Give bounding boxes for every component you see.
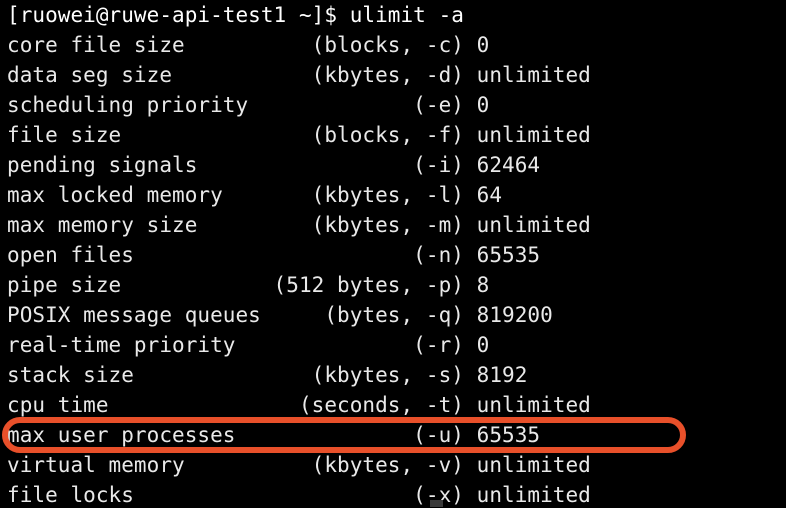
terminal-line-scheduling-priority: scheduling priority (-e) 0	[7, 93, 490, 117]
terminal-line-pipe-size: pipe size (512 bytes, -p) 8	[7, 273, 490, 297]
terminal-line-stack-size: stack size (kbytes, -s) 8192	[7, 363, 528, 387]
terminal-cursor	[430, 500, 443, 507]
terminal-line-data-seg-size: data seg size (kbytes, -d) unlimited	[7, 63, 591, 87]
terminal-line-cpu-time: cpu time (seconds, -t) unlimited	[7, 393, 591, 417]
terminal-line-file-size: file size (blocks, -f) unlimited	[7, 123, 591, 147]
terminal-line-file-locks: file locks (-x) unlimited	[7, 483, 591, 507]
terminal-line-open-files: open files (-n) 65535	[7, 243, 541, 267]
terminal-line-max-locked-memory: max locked memory (kbytes, -l) 64	[7, 183, 503, 207]
terminal-line-max-user-processes: max user processes (-u) 65535	[7, 423, 541, 447]
terminal-line-pending-signals: pending signals (-i) 62464	[7, 153, 541, 177]
terminal-line-prompt: [ruowei@ruwe-api-test1 ~]$ ulimit -a	[7, 3, 464, 27]
terminal-line-max-memory-size: max memory size (kbytes, -m) unlimited	[7, 213, 591, 237]
terminal-line-virtual-memory: virtual memory (kbytes, -v) unlimited	[7, 453, 591, 477]
terminal-line-posix-message-queues: POSIX message queues (bytes, -q) 819200	[7, 303, 553, 327]
terminal-window[interactable]: [ruowei@ruwe-api-test1 ~]$ ulimit -a cor…	[0, 0, 786, 508]
terminal-line-core-file-size: core file size (blocks, -c) 0	[7, 33, 490, 57]
terminal-line-real-time-priority: real-time priority (-r) 0	[7, 333, 490, 357]
terminal-output: [ruowei@ruwe-api-test1 ~]$ ulimit -a cor…	[7, 0, 786, 508]
